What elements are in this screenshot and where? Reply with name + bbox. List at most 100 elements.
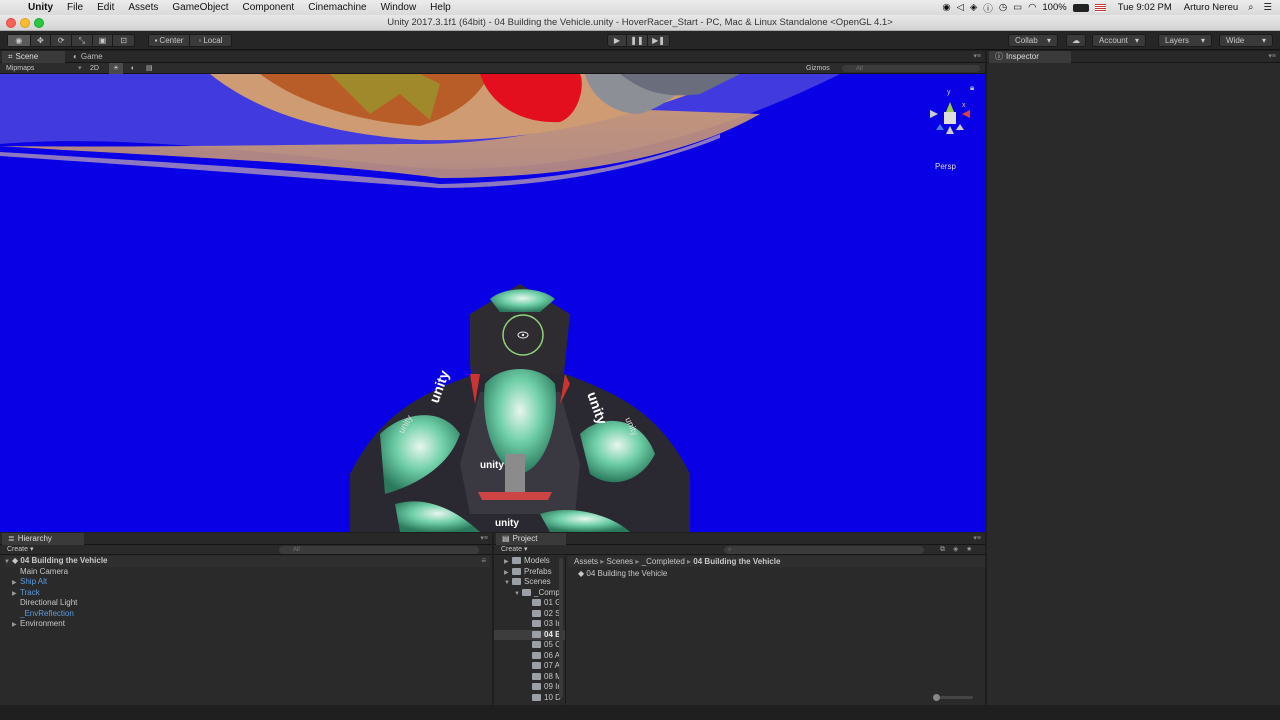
layout-dropdown[interactable]: Wide ▾ (1219, 34, 1273, 47)
inspector-icon: ⓘ (995, 52, 1003, 61)
breadcrumb-current[interactable]: 04 Building the Vehicle (693, 557, 780, 566)
hierarchy-search-input[interactable]: All (279, 546, 479, 554)
minimize-window-button[interactable] (20, 18, 30, 28)
mode-2d-toggle[interactable]: 2D (90, 63, 99, 74)
hierarchy-item-environment[interactable]: ▶ Environment (12, 619, 65, 630)
shading-mode-dropdown[interactable]: Mipmaps (6, 63, 34, 74)
folder-01[interactable]: 01 G (532, 598, 561, 609)
flag-icon[interactable] (1094, 3, 1106, 12)
share-icon[interactable]: ◁ (957, 2, 964, 13)
layers-dropdown[interactable]: Layers ▾ (1158, 34, 1212, 47)
menu-edit[interactable]: Edit (90, 2, 121, 13)
audio-toggle-icon[interactable]: ◖ (130, 63, 134, 74)
breadcrumb-scenes[interactable]: Scenes (607, 557, 634, 566)
rect-tool-icon[interactable]: ▣ (93, 35, 114, 46)
menu-file[interactable]: File (60, 2, 90, 13)
folder-10[interactable]: 10 D (532, 693, 561, 704)
cloud-button[interactable]: ☁ (1066, 34, 1086, 47)
folder-models[interactable]: ▶ Models (504, 556, 550, 567)
transform-tool-icon[interactable]: ⊡ (113, 35, 134, 46)
folder-09[interactable]: 09 Ir (532, 682, 560, 693)
wifi-icon[interactable]: ◠ (1028, 2, 1036, 13)
scene-menu-icon[interactable]: ≡ (481, 556, 486, 567)
collab-dropdown[interactable]: Collab ▾ (1008, 34, 1058, 47)
menu-gameobject[interactable]: GameObject (165, 2, 235, 13)
scene-file-item[interactable]: ◆ 04 Building the Vehicle (578, 569, 667, 580)
battery-icon[interactable] (1072, 3, 1089, 12)
scale-tool-icon[interactable]: ⤡ (72, 35, 93, 46)
favorite-star-icon[interactable]: ★ (966, 545, 972, 555)
notification-center-icon[interactable]: ☰ (1263, 2, 1272, 13)
folder-02[interactable]: 02 S (532, 609, 560, 620)
close-window-button[interactable] (6, 18, 16, 28)
scene-viewport[interactable]: unity unity unity unity unity unity y x … (0, 74, 985, 532)
expanded-icon: ▼ (514, 590, 520, 597)
menu-help[interactable]: Help (423, 2, 458, 13)
filter-label-icon[interactable]: ◈ (953, 545, 958, 555)
hierarchy-create-button[interactable]: Create ▾ (7, 545, 33, 555)
info-icon[interactable]: ⓘ (983, 1, 993, 15)
pause-icon[interactable]: ❚❚ (627, 35, 648, 46)
slider-knob[interactable] (933, 694, 940, 701)
tab-project[interactable]: ▤ Project (496, 533, 566, 545)
hover-vehicle[interactable]: unity unity unity unity unity unity (350, 284, 690, 532)
move-tool-icon[interactable]: ✥ (31, 35, 52, 46)
tab-game[interactable]: ◐ Game (67, 51, 127, 63)
folder-06[interactable]: 06 A (532, 651, 560, 662)
filter-type-icon[interactable]: ⧉ (940, 545, 945, 555)
folder-completed[interactable]: ▼ _Comp (514, 588, 560, 599)
hand-tool-eye-icon[interactable]: ◉ (8, 35, 31, 46)
app-menu[interactable]: Unity (21, 2, 60, 13)
play-icon[interactable]: ▶ (608, 35, 627, 46)
folder-prefabs[interactable]: ▶ Prefabs (504, 567, 552, 578)
hierarchy-item-track[interactable]: ▶ Track (12, 588, 40, 599)
menu-assets[interactable]: Assets (121, 2, 165, 13)
folder-05[interactable]: 05 C (532, 640, 561, 651)
project-create-button[interactable]: Create ▾ (501, 545, 527, 555)
folder-scenes[interactable]: ▼ Scenes (504, 577, 551, 588)
step-icon[interactable]: ▶❚ (648, 35, 669, 46)
pivot-center-button[interactable]: ▪ Center (149, 35, 191, 46)
menu-cinemachine[interactable]: Cinemachine (301, 2, 373, 13)
scene-tabbar: ⌗ Scene ◐ Game ▾≡ (0, 51, 985, 63)
hierarchy-item-main-camera[interactable]: Main Camera (20, 567, 68, 578)
tab-inspector[interactable]: ⓘ Inspector (989, 51, 1071, 63)
icon-size-slider[interactable] (933, 694, 973, 701)
panel-menu-icon[interactable]: ▾≡ (973, 534, 981, 542)
panel-menu-icon[interactable]: ▾≡ (973, 52, 981, 60)
project-search-input[interactable]: ⌕ (724, 546, 924, 554)
spotlight-search-icon[interactable]: ⌕ (1248, 2, 1253, 13)
lighting-toggle-icon[interactable]: ☀ (109, 63, 123, 74)
record-icon[interactable]: ◉ (942, 2, 950, 13)
folder-tree-scrollbar[interactable] (559, 558, 563, 698)
menu-component[interactable]: Component (236, 2, 302, 13)
breadcrumb-completed[interactable]: _Completed (642, 557, 685, 566)
breadcrumb-assets[interactable]: Assets (574, 557, 598, 566)
airplay-icon[interactable]: ▭ (1013, 2, 1022, 13)
tab-hierarchy[interactable]: ≣ Hierarchy (2, 533, 84, 545)
dropbox-icon[interactable]: ◈ (970, 2, 977, 13)
time-machine-icon[interactable]: ◷ (999, 2, 1007, 13)
hierarchy-item-directional-light[interactable]: Directional Light (20, 598, 77, 609)
account-dropdown[interactable]: Account ▾ (1092, 34, 1146, 47)
orientation-gizmo[interactable]: y x Persp (930, 89, 970, 171)
rotate-tool-icon[interactable]: ⟳ (51, 35, 72, 46)
scene-search-input[interactable]: All (842, 65, 980, 72)
folder-08[interactable]: 08 M (532, 672, 562, 683)
scene-root-row[interactable]: ▼ ◆ 04 Building the Vehicle ≡ (4, 556, 490, 567)
panel-menu-icon[interactable]: ▾≡ (1268, 52, 1276, 60)
hierarchy-item-ship-alt[interactable]: ▶ Ship Alt (12, 577, 47, 588)
hierarchy-item-env-reflection[interactable]: _EnvReflection (20, 609, 74, 620)
zoom-window-button[interactable] (34, 18, 44, 28)
folder-04-selected[interactable]: 04 B (494, 629, 565, 640)
gizmos-dropdown[interactable]: Gizmos (806, 63, 830, 74)
folder-03[interactable]: 03 Ir (532, 619, 560, 630)
menu-window[interactable]: Window (374, 2, 424, 13)
clock[interactable]: Tue 9:02 PM (1118, 2, 1172, 13)
pivot-local-button[interactable]: ◦ Local (190, 35, 231, 46)
tab-scene[interactable]: ⌗ Scene (2, 51, 65, 63)
folder-07[interactable]: 07 A (532, 661, 560, 672)
effects-toggle-icon[interactable]: ▤ (146, 63, 153, 74)
panel-menu-icon[interactable]: ▾≡ (480, 534, 488, 542)
user-name[interactable]: Arturo Nereu (1184, 2, 1238, 13)
